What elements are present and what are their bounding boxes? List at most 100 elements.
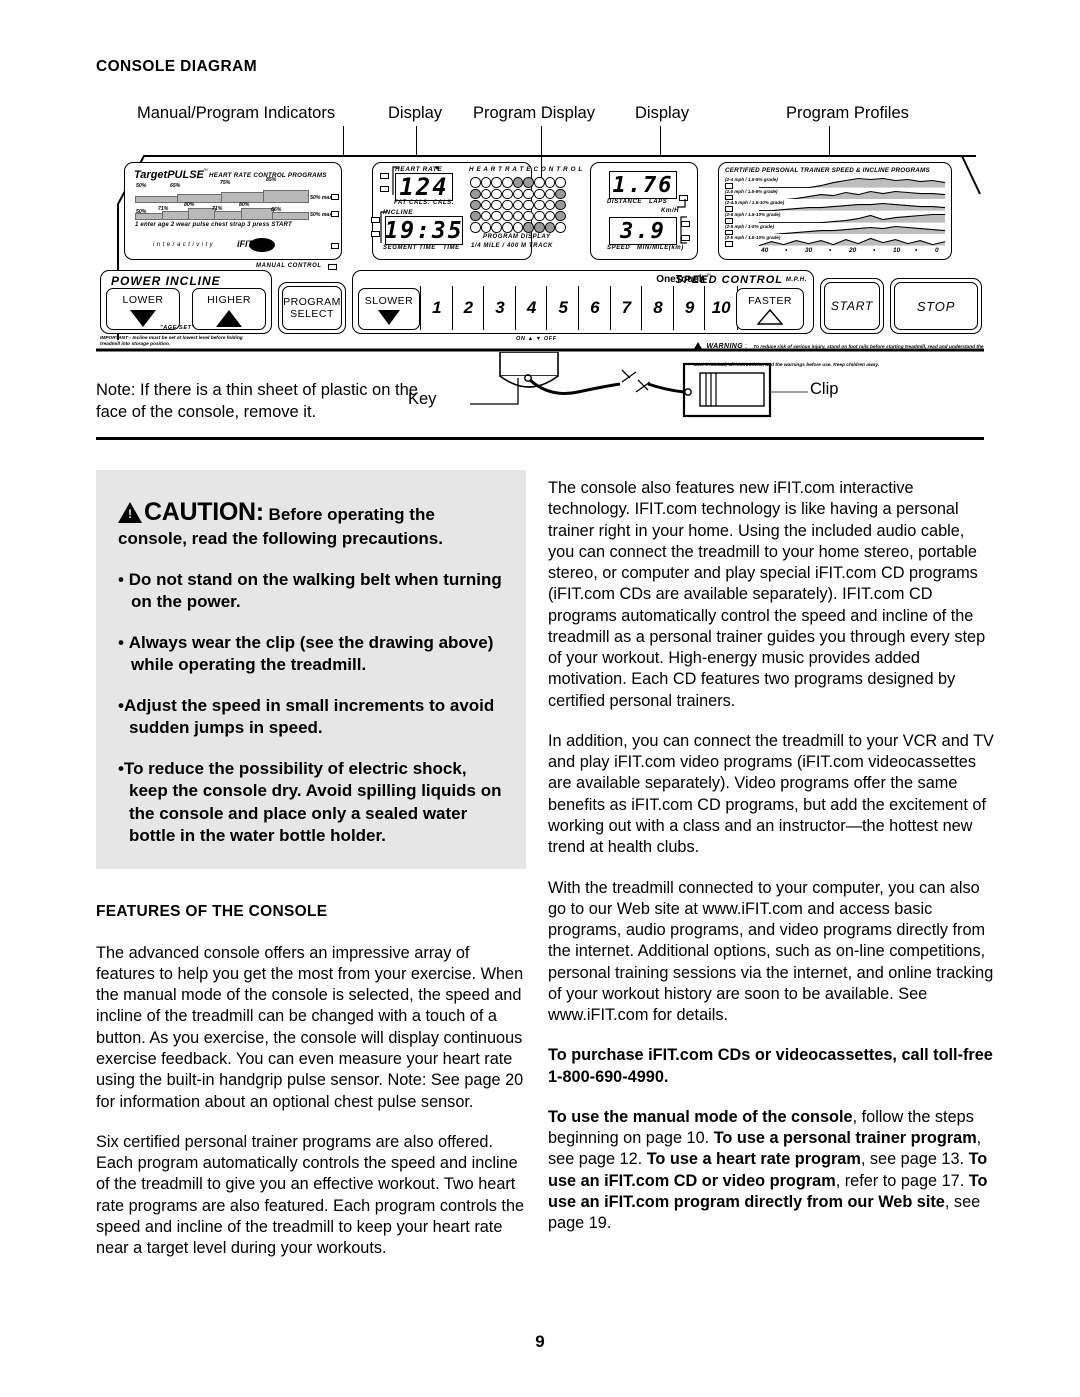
on-off-label: ON ▲ ▼ OFF: [516, 336, 557, 342]
speed-button-7[interactable]: 7: [609, 286, 643, 330]
speed-button-10[interactable]: 10: [704, 286, 738, 330]
stop-button[interactable]: STOP: [894, 282, 978, 330]
triangle-up-icon: [216, 309, 242, 327]
speed-button-label: 8: [653, 298, 663, 317]
fat-cals-label: FAT CALS.: [394, 200, 430, 206]
targetpulse-bargraph-row1: [135, 190, 309, 203]
matrix-dot: [512, 211, 524, 222]
caution-box: CAUTION: Before operating the console, r…: [96, 470, 526, 869]
speed-button-1[interactable]: 1: [420, 286, 453, 330]
console-diagram: TargetPULSE ™ HEART RATE CONTROL PROGRAM…: [96, 142, 984, 368]
matrix-dot: [502, 211, 513, 222]
caution-bullet-4-text: To reduce the possibility of electric sh…: [123, 759, 502, 845]
track-caption: 1/4 MILE / 400 M TRACK: [471, 243, 553, 249]
manual-page: CONSOLE DIAGRAM Manual/Program Indicator…: [0, 0, 1080, 1397]
indicator-led: [371, 231, 380, 237]
speed-button-4[interactable]: 4: [514, 286, 548, 330]
matrix-dot: [470, 188, 481, 199]
speed-button-5[interactable]: 5: [546, 286, 579, 330]
matrix-dot: [523, 188, 534, 199]
matrix-dot: [491, 222, 502, 233]
age-set-label: "AGE SET": [160, 325, 195, 331]
speed-button-6[interactable]: 6: [578, 286, 611, 330]
warning-label: WARNING: [706, 343, 744, 350]
callout-display-left: Display: [388, 104, 443, 122]
program-display-caption: PROGRAM DISPLAY: [483, 234, 551, 240]
profile-row: (2-5 mph / 1-5% grade): [723, 224, 947, 236]
speed-control-title: SPEED CONTROL: [675, 274, 783, 286]
caution-word: CAUTION: [144, 498, 256, 526]
indicator-led: [331, 194, 339, 200]
profile-row: (2-5 mph / 1.5-10% grade): [723, 235, 947, 247]
manual-control-label: MANUAL CONTROL: [256, 263, 322, 269]
ref-cd-video-text: , refer to page 17.: [835, 1171, 969, 1190]
triangle-up-icon: [757, 308, 783, 325]
indicator-led: [380, 173, 389, 179]
pct-label: 50%: [136, 209, 147, 215]
speed-button-2[interactable]: 2: [451, 286, 485, 330]
callout-program-profiles: Program Profiles: [786, 104, 909, 122]
pct-label: 65%: [170, 183, 181, 189]
profile-graph: [759, 203, 946, 211]
matrix-dot: [534, 199, 545, 211]
warning-triangle-icon: [118, 502, 142, 523]
indicator-led: [328, 264, 337, 270]
stop-label: STOP: [916, 298, 956, 314]
features-title: FEATURES OF THE CONSOLE: [96, 902, 328, 920]
profiles-chart: (2-4 mph / 1.5-8% grade) (2.5 mph / 1.5-8…: [723, 177, 947, 247]
speed-button-9[interactable]: 9: [672, 286, 706, 330]
profile-row: (2-4.5 mph / 1.5-10% grade): [723, 200, 947, 212]
caution-bullet-2: • Always wear the clip (see the drawing …: [118, 632, 494, 675]
pct-label: 80%: [184, 202, 195, 208]
profile-graph: [759, 177, 946, 188]
matrix-dot: [555, 211, 566, 222]
left-column: CAUTION: Before operating the console, r…: [96, 470, 526, 1259]
lower-incline-button[interactable]: LOWER: [106, 288, 180, 330]
matrix-dot: [523, 177, 534, 188]
matrix-dot: [502, 222, 513, 233]
matrix-dot: [480, 188, 492, 199]
faster-button[interactable]: FASTER: [736, 288, 804, 330]
caution-bullet-2-text: Always wear the clip (see the drawing ab…: [128, 632, 494, 675]
caution-colon: :: [255, 498, 264, 526]
right-paragraph-5: To use the manual mode of the console, f…: [548, 1107, 995, 1235]
matrix-dot: [534, 188, 545, 199]
ref-personal-trainer: To use a personal trainer program: [713, 1129, 977, 1148]
triangle-down-icon: [130, 309, 156, 327]
start-button[interactable]: START: [824, 282, 880, 330]
right-paragraph-3: With the treadmill connected to your com…: [548, 878, 994, 1025]
program-profiles-panel: CERTIFIED PERSONAL TRAINER SPEED & INCLI…: [718, 162, 952, 260]
caution-bullet-3-text: Adjust the speed in small increments to …: [123, 696, 495, 738]
slower-button[interactable]: SLOWER: [358, 288, 420, 330]
matrix-dot: [534, 222, 545, 233]
matrix-dot: [544, 199, 556, 211]
program-select-button[interactable]: PROGRAM SELECT: [282, 286, 342, 330]
display-panel-left: HEART RATE ♥ 124 FAT CALS. CALS. INCLINE…: [371, 162, 582, 260]
higher-incline-button[interactable]: HIGHER: [192, 288, 266, 330]
profile-row: (2-6 mph / 1.5-10% grade): [723, 212, 947, 224]
matrix-dot: [534, 211, 545, 222]
matrix-dot: [470, 222, 481, 233]
right-paragraph-4: To purchase iFIT.com CDs or videocassett…: [548, 1046, 993, 1086]
targetpulse-trademark: ™: [203, 168, 208, 174]
speed-button-3[interactable]: 3: [483, 286, 516, 330]
caution-bullet-3: •Adjust the speed in small increments to…: [118, 696, 495, 738]
speed-button-label: 5: [558, 298, 568, 317]
plastic-sheet-note: Note: If there is a thin sheet of plasti…: [96, 381, 418, 421]
axis-tick: 40: [761, 247, 769, 254]
distance-label: DISTANCE: [607, 199, 643, 205]
faster-label: FASTER: [748, 294, 792, 307]
matrix-dot: [544, 222, 556, 233]
matrix-dot: [523, 199, 534, 211]
speed-button-label: 2: [463, 298, 474, 317]
program-select-line2: SELECT: [290, 308, 334, 320]
matrix-dot: [470, 199, 481, 211]
indicator-led: [331, 243, 339, 249]
heart-rate-control-header: H E A R T R A T E C O N T R O L: [469, 166, 583, 173]
axis-tick: •: [829, 247, 832, 254]
display-panel-right: 1.76 DISTANCE LAPS Km/H 3.9 SPEED MIN/MI…: [590, 162, 698, 260]
matrix-dot: [512, 188, 524, 199]
speed-button-label: 7: [621, 298, 632, 317]
speed-button-label: 9: [684, 298, 695, 317]
speed-button-8[interactable]: 8: [641, 286, 674, 330]
